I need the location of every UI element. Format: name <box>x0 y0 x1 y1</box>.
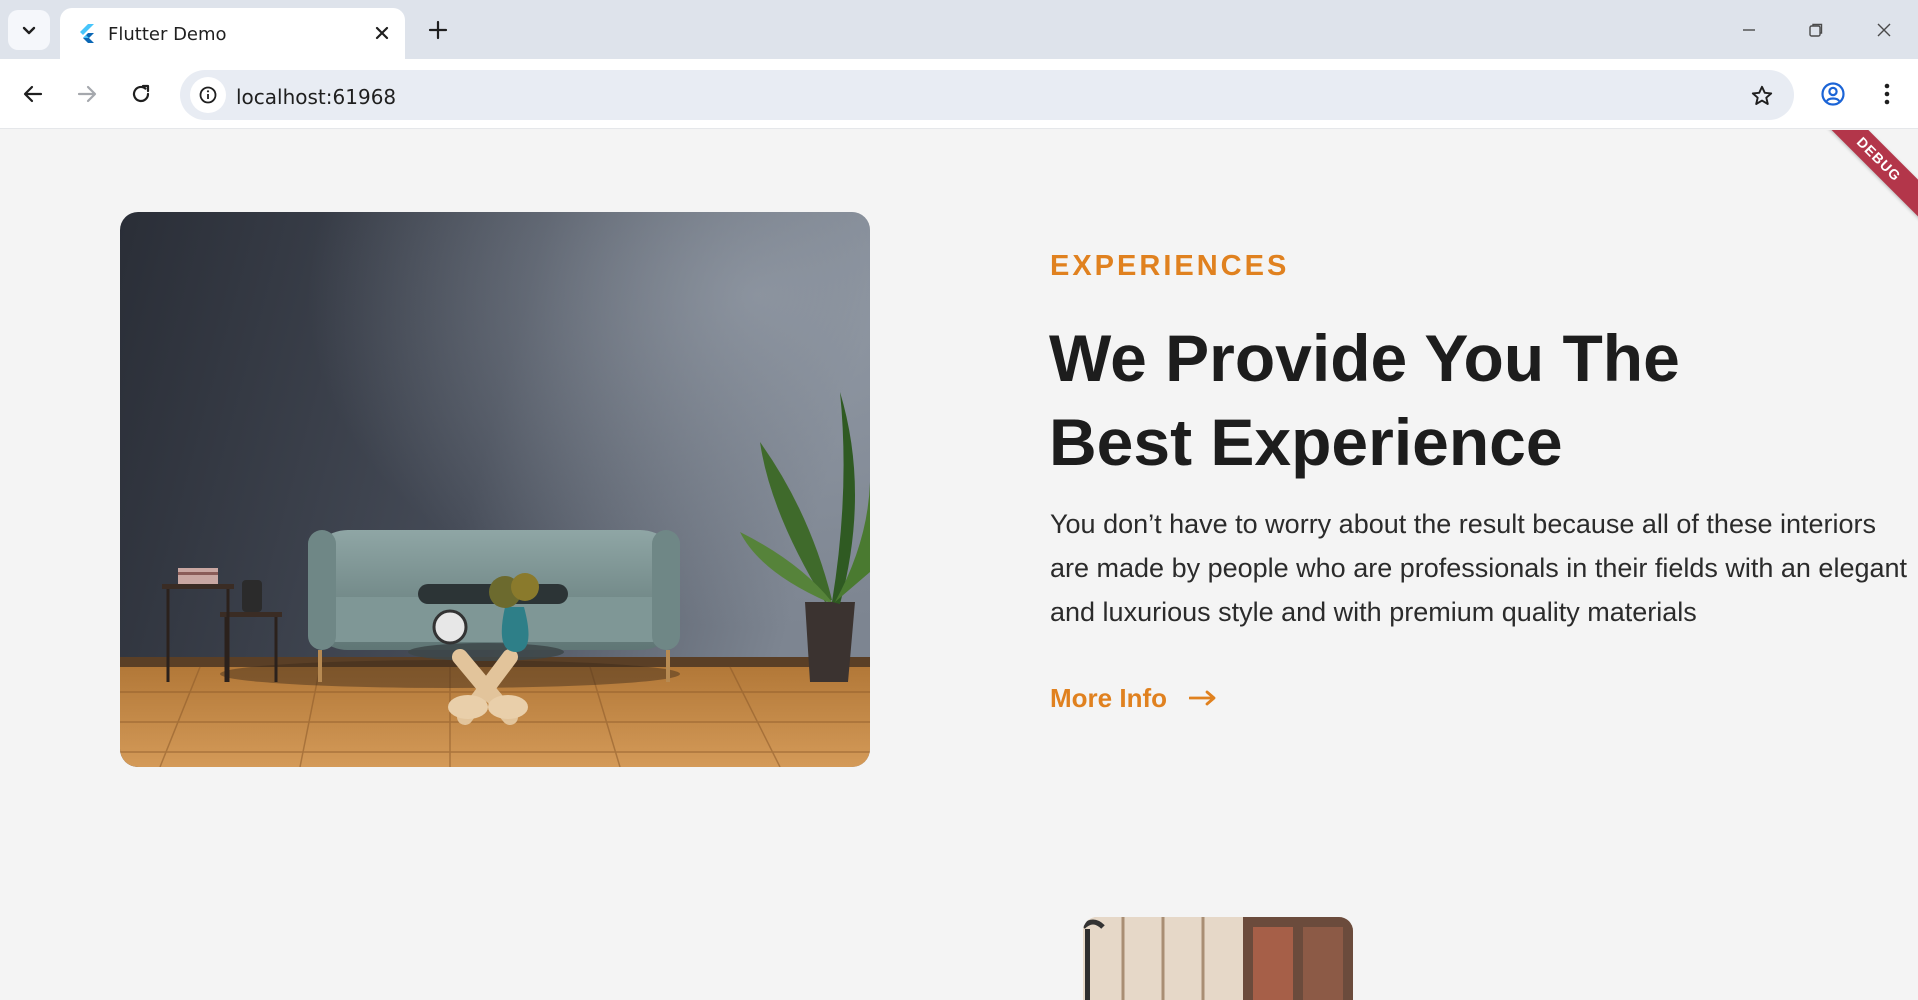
section-eyebrow: EXPERIENCES <box>1050 250 1290 282</box>
arrow-right-icon <box>1189 690 1216 706</box>
bookmark-star-icon <box>1751 85 1773 105</box>
flutter-logo-icon <box>80 24 94 43</box>
more-info-label: More Info <box>1050 682 1167 713</box>
address-bar[interactable]: localhost:61968 <box>180 70 1794 120</box>
site-info-icon <box>199 86 217 104</box>
secondary-image <box>1083 917 1353 1000</box>
minimize-button[interactable] <box>1725 10 1773 50</box>
tab-title: Flutter Demo <box>108 24 227 45</box>
browser-tab-active[interactable]: Flutter Demo <box>60 8 405 59</box>
tab-search-button[interactable] <box>8 10 50 50</box>
forward-arrow-icon <box>77 85 97 103</box>
profile-button[interactable] <box>1814 75 1852 113</box>
url-text: localhost:61968 <box>236 85 397 109</box>
chevron-down-icon <box>22 26 36 35</box>
tab-close-button[interactable] <box>369 20 395 46</box>
debug-banner: DEBUG <box>1809 130 1918 229</box>
browser-toolbar: localhost:61968 <box>0 59 1918 129</box>
reload-button[interactable] <box>122 75 160 113</box>
page-viewport: DEBUG EXPERIENCES We Provide You The Bes… <box>0 130 1918 1000</box>
back-arrow-icon <box>23 85 43 103</box>
reload-icon <box>132 84 150 103</box>
restore-button[interactable] <box>1792 10 1840 50</box>
new-tab-button[interactable] <box>422 14 454 46</box>
window-close-button[interactable] <box>1860 10 1908 50</box>
more-info-link[interactable]: More Info <box>1050 680 1217 716</box>
hero-image <box>120 212 870 767</box>
site-info-button[interactable] <box>190 77 226 113</box>
more-menu-button[interactable] <box>1868 75 1906 113</box>
forward-button[interactable] <box>68 75 106 113</box>
bookmark-button[interactable] <box>1748 82 1776 110</box>
back-button[interactable] <box>14 75 52 113</box>
minimize-icon <box>1743 29 1755 31</box>
close-icon <box>375 26 389 40</box>
restore-icon <box>1809 23 1823 37</box>
section-description: You don’t have to worry about the result… <box>1050 509 1908 627</box>
browser-tab-strip: Flutter Demo <box>0 0 1918 59</box>
window-close-icon <box>1877 23 1891 37</box>
profile-icon <box>1821 82 1845 106</box>
more-menu-icon <box>1884 83 1890 105</box>
plus-icon <box>428 20 448 40</box>
section-headline: We Provide You The Best Experience <box>1049 321 1680 479</box>
